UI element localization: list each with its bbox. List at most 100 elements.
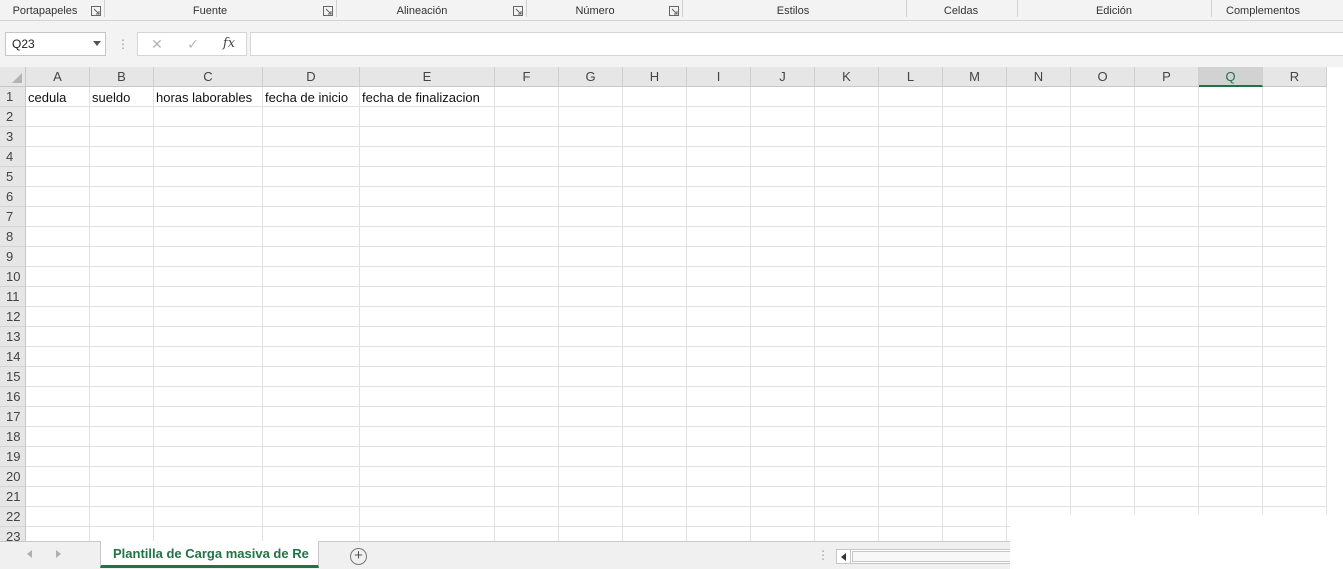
row-header-17[interactable]: 17 (0, 407, 26, 427)
row-header-13[interactable]: 13 (0, 327, 26, 347)
ribbon-separator (906, 0, 907, 17)
column-header-g[interactable]: G (559, 67, 623, 87)
row-header-2[interactable]: 2 (0, 107, 26, 127)
sheet-tab-active[interactable]: Plantilla de Carga masiva de Re (100, 541, 319, 568)
column-header-l[interactable]: L (879, 67, 943, 87)
row-header-6[interactable]: 6 (0, 187, 26, 207)
column-header-o[interactable]: O (1071, 67, 1135, 87)
row-gridline (26, 446, 1327, 447)
previous-sheet-icon[interactable] (27, 550, 32, 558)
row-header-1[interactable]: 1 (0, 87, 26, 107)
row-gridline (26, 286, 1327, 287)
add-sheet-button[interactable]: + (350, 548, 367, 565)
tabs-splitter-icon[interactable]: ⋮ (817, 548, 829, 562)
ribbon-group-complementos: Complementos (1226, 5, 1300, 17)
worksheet-grid[interactable]: ABCDEFGHIJKLMNOPQR 1 2 3 4 5 6 7 8 9 10 11 12 13 14 15… (0, 67, 1343, 541)
column-gridline (262, 87, 263, 541)
ribbon-group-celdas: Celdas (943, 5, 979, 17)
occluded-region (1010, 514, 1343, 569)
column-gridline (622, 87, 623, 541)
next-sheet-icon[interactable] (56, 550, 61, 558)
column-header-r[interactable]: R (1263, 67, 1327, 87)
ribbon-separator (104, 0, 105, 17)
row-gridline (26, 346, 1327, 347)
column-header-p[interactable]: P (1135, 67, 1199, 87)
name-box-dropdown-icon[interactable] (93, 41, 101, 46)
ribbon-separator (682, 0, 683, 17)
row-header-23[interactable]: 23 (0, 527, 26, 541)
cell-e1[interactable]: fecha de finalizacion (360, 87, 480, 107)
row-header-18[interactable]: 18 (0, 427, 26, 447)
scrollbar-thumb[interactable] (852, 551, 1012, 562)
column-header-a[interactable]: A (26, 67, 90, 87)
row-gridline (26, 266, 1327, 267)
cell-b1[interactable]: sueldo (90, 87, 130, 107)
row-header-19[interactable]: 19 (0, 447, 26, 467)
ribbon-group-labels: Portapapeles Fuente Alineación Número Es… (0, 0, 1343, 21)
column-gridline (1070, 87, 1071, 541)
row-header-16[interactable]: 16 (0, 387, 26, 407)
row-gridline (26, 126, 1327, 127)
alineacion-launcher-icon[interactable] (513, 6, 523, 16)
row-header-9[interactable]: 9 (0, 247, 26, 267)
column-header-h[interactable]: H (623, 67, 687, 87)
row-header-22[interactable]: 22 (0, 507, 26, 527)
column-header-q[interactable]: Q (1199, 67, 1263, 87)
row-header-3[interactable]: 3 (0, 127, 26, 147)
column-header-f[interactable]: F (495, 67, 559, 87)
row-header-20[interactable]: 20 (0, 467, 26, 487)
column-header-b[interactable]: B (90, 67, 154, 87)
row-header-14[interactable]: 14 (0, 347, 26, 367)
row-gridline (26, 306, 1327, 307)
select-all-button[interactable] (0, 67, 26, 87)
insert-function-button[interactable]: fx (214, 33, 244, 55)
ribbon-separator (526, 0, 527, 17)
name-box-value: Q23 (12, 37, 35, 51)
column-header-n[interactable]: N (1007, 67, 1071, 87)
column-header-c[interactable]: C (154, 67, 263, 87)
portapapeles-launcher-icon[interactable] (91, 6, 101, 16)
column-header-d[interactable]: D (263, 67, 360, 87)
row-header-8[interactable]: 8 (0, 227, 26, 247)
row-header-15[interactable]: 15 (0, 367, 26, 387)
fuente-launcher-icon[interactable] (323, 6, 333, 16)
numero-launcher-icon[interactable] (669, 6, 679, 16)
column-header-j[interactable]: J (751, 67, 815, 87)
column-gridline (750, 87, 751, 541)
name-box[interactable]: Q23 (5, 32, 106, 56)
scroll-left-icon[interactable] (837, 550, 851, 563)
row-header-12[interactable]: 12 (0, 307, 26, 327)
ribbon-group-estilos: Estilos (776, 5, 810, 17)
row-gridline (26, 486, 1327, 487)
row-header-4[interactable]: 4 (0, 147, 26, 167)
column-header-i[interactable]: I (687, 67, 751, 87)
column-header-m[interactable]: M (943, 67, 1007, 87)
row-header-5[interactable]: 5 (0, 167, 26, 187)
column-gridline (814, 87, 815, 541)
column-gridline (1198, 87, 1199, 541)
formula-input[interactable] (250, 32, 1343, 56)
enter-icon[interactable]: ✓ (178, 33, 208, 55)
row-header-11[interactable]: 11 (0, 287, 26, 307)
column-header-e[interactable]: E (360, 67, 495, 87)
column-gridline (942, 87, 943, 541)
formula-bar-buttons: ✕ ✓ fx (137, 32, 247, 56)
cell-c1[interactable]: horas laborables (154, 87, 252, 107)
horizontal-scrollbar[interactable] (836, 549, 1016, 564)
formula-bar-grip-icon[interactable]: ⋮ (117, 36, 129, 52)
cell-d1[interactable]: fecha de inicio (263, 87, 348, 107)
row-header-10[interactable]: 10 (0, 267, 26, 287)
column-gridline (1134, 87, 1135, 541)
column-gridline (153, 87, 154, 541)
ribbon-group-portapapeles: Portapapeles (12, 5, 78, 17)
row-header-7[interactable]: 7 (0, 207, 26, 227)
column-gridline (359, 87, 360, 541)
ribbon-group-alineacion: Alineación (396, 5, 448, 17)
row-header-21[interactable]: 21 (0, 487, 26, 507)
column-header-k[interactable]: K (815, 67, 879, 87)
cell-a1[interactable]: cedula (26, 87, 66, 107)
cancel-icon[interactable]: ✕ (142, 33, 172, 55)
row-gridline (26, 466, 1327, 467)
row-gridline (26, 206, 1327, 207)
row-gridline (26, 146, 1327, 147)
